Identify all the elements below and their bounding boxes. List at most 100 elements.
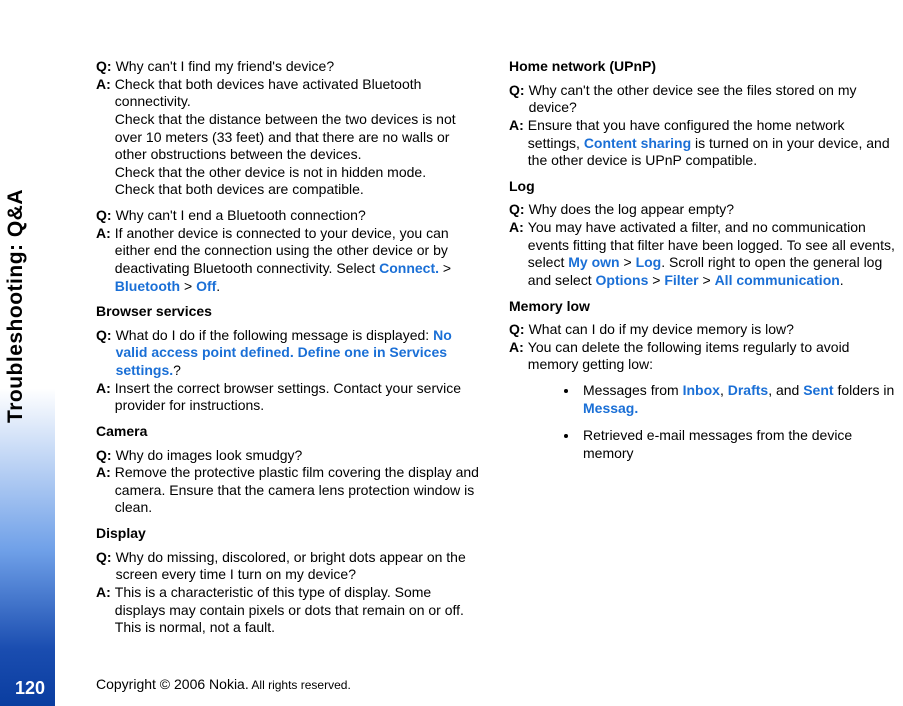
a-label: A: bbox=[96, 380, 115, 398]
qa-block: Q: Why do missing, discolored, or bright… bbox=[96, 549, 483, 637]
a-label: A: bbox=[509, 339, 528, 357]
answer: A: You can delete the following items re… bbox=[509, 339, 896, 374]
a-text: Remove the protective plastic film cover… bbox=[115, 464, 483, 517]
a-text: Ensure that you have configured the home… bbox=[528, 117, 896, 170]
ui-term: Messag. bbox=[583, 400, 638, 416]
ui-term: Inbox bbox=[683, 382, 720, 398]
ui-path: All communication bbox=[715, 272, 840, 288]
gt: > bbox=[620, 254, 636, 270]
qa-block: Q: Why do images look smudgy? A: Remove … bbox=[96, 447, 483, 518]
question: Q: What do I do if the following message… bbox=[96, 327, 483, 380]
dot: . bbox=[840, 272, 844, 288]
a-text: You can delete the following items regul… bbox=[528, 339, 896, 374]
list-item: Messages from Inbox, Drafts, and Sent fo… bbox=[579, 382, 896, 417]
q-text: Why do images look smudgy? bbox=[116, 447, 483, 465]
question: Q: Why do missing, discolored, or bright… bbox=[96, 549, 483, 584]
ui-term: Drafts bbox=[728, 382, 768, 398]
section-heading: Home network (UPnP) bbox=[509, 58, 896, 76]
answer: A: Remove the protective plastic film co… bbox=[96, 464, 483, 517]
a-line: Check that both devices have activated B… bbox=[115, 76, 422, 110]
gt: > bbox=[439, 260, 451, 276]
q-text: Why can't the other device see the files… bbox=[529, 82, 896, 117]
ui-path: Off bbox=[196, 278, 216, 294]
a-line: Check that the distance between the two … bbox=[115, 111, 456, 162]
q-text: Why does the log appear empty? bbox=[529, 201, 896, 219]
ui-path: Log bbox=[636, 254, 662, 270]
a-label: A: bbox=[96, 225, 115, 243]
q-label: Q: bbox=[96, 447, 116, 465]
ui-path: My own bbox=[568, 254, 619, 270]
q-pre: What do I do if the following message is… bbox=[116, 327, 434, 343]
answer: A: If another device is connected to you… bbox=[96, 225, 483, 296]
c: , and bbox=[768, 382, 803, 398]
qa-block: Q: Why can't the other device see the fi… bbox=[509, 82, 896, 170]
answer: A: Check that both devices have activate… bbox=[96, 76, 483, 199]
qa-block: Q: What can I do if my device memory is … bbox=[509, 321, 896, 462]
answer: A: You may have activated a filter, and … bbox=[509, 219, 896, 290]
question: Q: What can I do if my device memory is … bbox=[509, 321, 896, 339]
a-label: A: bbox=[96, 584, 115, 602]
footer: Copyright © 2006 Nokia. All rights reser… bbox=[96, 676, 351, 692]
ui-term: Content sharing bbox=[584, 135, 691, 151]
qa-block: Q: Why can't I find my friend's device? … bbox=[96, 58, 483, 199]
ui-path: Bluetooth bbox=[115, 278, 180, 294]
q-text: What can I do if my device memory is low… bbox=[529, 321, 896, 339]
q-text: Why can't I end a Bluetooth connection? bbox=[116, 207, 483, 225]
q-label: Q: bbox=[96, 58, 116, 76]
b-pre: Messages from bbox=[583, 382, 683, 398]
answer: A: Insert the correct browser settings. … bbox=[96, 380, 483, 415]
a-text: You may have activated a filter, and no … bbox=[528, 219, 896, 290]
a-label: A: bbox=[96, 464, 115, 482]
section-heading: Display bbox=[96, 525, 483, 543]
a-label: A: bbox=[509, 117, 528, 135]
ui-term: Sent bbox=[803, 382, 833, 398]
section-title-vertical: Troubleshooting: Q&A bbox=[4, 0, 28, 423]
question: Q: Why does the log appear empty? bbox=[509, 201, 896, 219]
bullet-list: Messages from Inbox, Drafts, and Sent fo… bbox=[509, 382, 896, 463]
a-label: A: bbox=[96, 76, 115, 94]
q-label: Q: bbox=[509, 321, 529, 339]
q-label: Q: bbox=[96, 327, 116, 345]
gt: > bbox=[180, 278, 196, 294]
section-heading: Browser services bbox=[96, 303, 483, 321]
question: Q: Why can't I find my friend's device? bbox=[96, 58, 483, 76]
page-body: Q: Why can't I find my friend's device? … bbox=[96, 58, 896, 658]
qa-block: Q: What do I do if the following message… bbox=[96, 327, 483, 415]
ui-path: Options bbox=[596, 272, 649, 288]
c: , bbox=[720, 382, 728, 398]
answer: A: Ensure that you have configured the h… bbox=[509, 117, 896, 170]
gt: > bbox=[699, 272, 715, 288]
q-label: Q: bbox=[509, 82, 529, 100]
q-text: Why do missing, discolored, or bright do… bbox=[116, 549, 483, 584]
page-number: 120 bbox=[15, 678, 45, 699]
q-post: ? bbox=[173, 362, 181, 378]
copyright-text: Copyright © 2006 Nokia. bbox=[96, 676, 249, 692]
q-label: Q: bbox=[509, 201, 529, 219]
q-text: Why can't I find my friend's device? bbox=[116, 58, 483, 76]
section-heading: Memory low bbox=[509, 298, 896, 316]
question: Q: Why can't the other device see the fi… bbox=[509, 82, 896, 117]
section-heading: Log bbox=[509, 178, 896, 196]
q-label: Q: bbox=[96, 207, 116, 225]
qa-block: Q: Why can't I end a Bluetooth connectio… bbox=[96, 207, 483, 295]
ui-path: Filter bbox=[664, 272, 698, 288]
q-label: Q: bbox=[96, 549, 116, 567]
rights-text: All rights reserved. bbox=[249, 678, 351, 692]
a-line: Check that the other device is not in hi… bbox=[115, 164, 426, 180]
mid: folders in bbox=[834, 382, 895, 398]
ui-path: Connect. bbox=[379, 260, 439, 276]
dot: . bbox=[216, 278, 220, 294]
answer: A: This is a characteristic of this type… bbox=[96, 584, 483, 637]
gt: > bbox=[648, 272, 664, 288]
question: Q: Why do images look smudgy? bbox=[96, 447, 483, 465]
q-text: What do I do if the following message is… bbox=[116, 327, 483, 380]
list-item: Retrieved e-mail messages from the devic… bbox=[579, 427, 896, 462]
a-text: This is a characteristic of this type of… bbox=[115, 584, 483, 637]
a-text: If another device is connected to your d… bbox=[115, 225, 483, 296]
section-heading: Camera bbox=[96, 423, 483, 441]
a-text: Insert the correct browser settings. Con… bbox=[115, 380, 483, 415]
a-line: Check that both devices are compatible. bbox=[115, 181, 364, 197]
a-label: A: bbox=[509, 219, 528, 237]
qa-block: Q: Why does the log appear empty? A: You… bbox=[509, 201, 896, 289]
question: Q: Why can't I end a Bluetooth connectio… bbox=[96, 207, 483, 225]
